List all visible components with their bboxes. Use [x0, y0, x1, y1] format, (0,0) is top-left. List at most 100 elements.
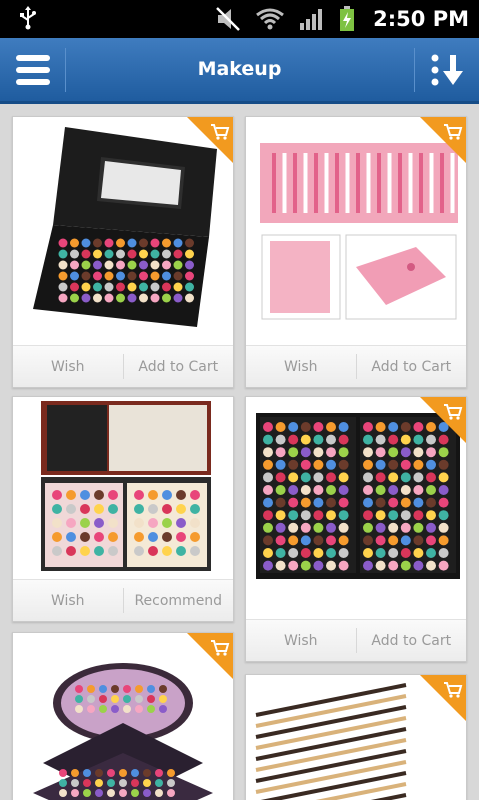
swatch: [288, 422, 299, 432]
swatch: [300, 548, 311, 558]
swatch: [95, 769, 103, 777]
swatch: [263, 548, 273, 558]
swatch: [52, 532, 62, 542]
menu-button[interactable]: [0, 38, 66, 101]
wish-button[interactable]: Wish: [246, 620, 356, 661]
swatch: [388, 548, 399, 558]
swatch: [388, 485, 399, 495]
cart-badge[interactable]: [420, 675, 466, 721]
swatch: [94, 546, 104, 556]
swatch: [162, 504, 172, 514]
swatch: [375, 447, 386, 458]
swatch: [58, 271, 68, 281]
swatch: [426, 548, 436, 558]
swatch: [338, 434, 349, 445]
swatch: [116, 282, 125, 292]
swatch: [66, 518, 76, 528]
swatch: [300, 422, 311, 432]
swatch: [83, 789, 91, 797]
swatch: [87, 685, 95, 693]
swatch: [150, 282, 160, 292]
swatch: [363, 422, 373, 432]
swatch: [400, 459, 411, 470]
card-actions: Wish Add to Cart: [13, 345, 233, 387]
wish-button[interactable]: Wish: [13, 346, 123, 387]
swatch: [131, 779, 139, 787]
swatch: [139, 282, 148, 292]
add-to-cart-button[interactable]: Add to Cart: [357, 346, 467, 387]
sort-button[interactable]: [415, 38, 479, 101]
swatch: [300, 447, 311, 458]
swatch: [52, 504, 62, 514]
product-card[interactable]: [12, 632, 234, 800]
swatch: [375, 522, 386, 533]
cart-icon: [187, 633, 233, 679]
swatch: [190, 504, 200, 514]
swatch: [75, 705, 83, 713]
swatch: [127, 260, 137, 270]
swatch: [375, 472, 386, 483]
swatch: [162, 518, 172, 528]
clock: 2:50 PM: [373, 7, 469, 31]
swatch: [375, 485, 386, 495]
sort-icon: [431, 54, 463, 85]
product-card[interactable]: Wish Add to Cart: [12, 116, 234, 388]
swatch: [185, 271, 194, 281]
swatch: [338, 510, 349, 521]
cart-badge[interactable]: [420, 397, 466, 443]
swatch: [388, 510, 399, 521]
product-card[interactable]: Wish Add to Cart: [245, 396, 467, 662]
swatch: [426, 535, 436, 546]
swatch: [426, 522, 436, 533]
add-to-cart-button[interactable]: Add to Cart: [124, 346, 234, 387]
product-card[interactable]: Wish Recommend: [12, 396, 234, 622]
swatch: [288, 485, 299, 495]
swatch: [326, 485, 336, 495]
swatch: [135, 705, 143, 713]
swatch: [111, 705, 119, 713]
swatch: [173, 293, 183, 303]
swatch: [326, 472, 336, 483]
swatch: [71, 769, 79, 777]
wish-button[interactable]: Wish: [13, 580, 123, 621]
swatch: [70, 260, 79, 270]
product-image[interactable]: [13, 397, 233, 579]
swatch: [288, 497, 299, 508]
cart-badge[interactable]: [187, 633, 233, 679]
swatch: [400, 434, 411, 445]
cart-badge[interactable]: [187, 117, 233, 163]
swatch: [59, 769, 67, 777]
swatch: [162, 249, 171, 259]
swatch: [263, 497, 273, 508]
swatch: [108, 490, 118, 500]
swatch: [338, 422, 349, 432]
product-card[interactable]: Wish Add to Cart: [245, 116, 467, 388]
swatch: [363, 548, 373, 558]
product-card[interactable]: [245, 674, 467, 800]
swatch: [413, 485, 424, 495]
page-title: Makeup: [197, 58, 282, 80]
swatch: [388, 422, 399, 432]
swatch: [58, 249, 68, 259]
cart-badge[interactable]: [420, 117, 466, 163]
swatch: [159, 695, 167, 703]
battery-charging-icon: [339, 6, 355, 32]
swatch: [150, 260, 160, 270]
swatch: [263, 535, 273, 546]
swatch: [413, 560, 424, 571]
swatch: [80, 532, 90, 542]
swatch: [143, 779, 151, 787]
swatch: [326, 560, 336, 571]
swatch: [80, 504, 90, 514]
swatch: [107, 789, 115, 797]
swatch: [134, 532, 144, 542]
swatch: [400, 510, 411, 521]
swatch: [426, 447, 436, 458]
recommend-button[interactable]: Recommend: [124, 580, 234, 621]
swatch: [388, 459, 399, 470]
wish-button[interactable]: Wish: [246, 346, 356, 387]
swatch: [80, 518, 90, 528]
swatch: [288, 459, 299, 470]
swatch: [190, 546, 200, 556]
add-to-cart-button[interactable]: Add to Cart: [357, 620, 467, 661]
